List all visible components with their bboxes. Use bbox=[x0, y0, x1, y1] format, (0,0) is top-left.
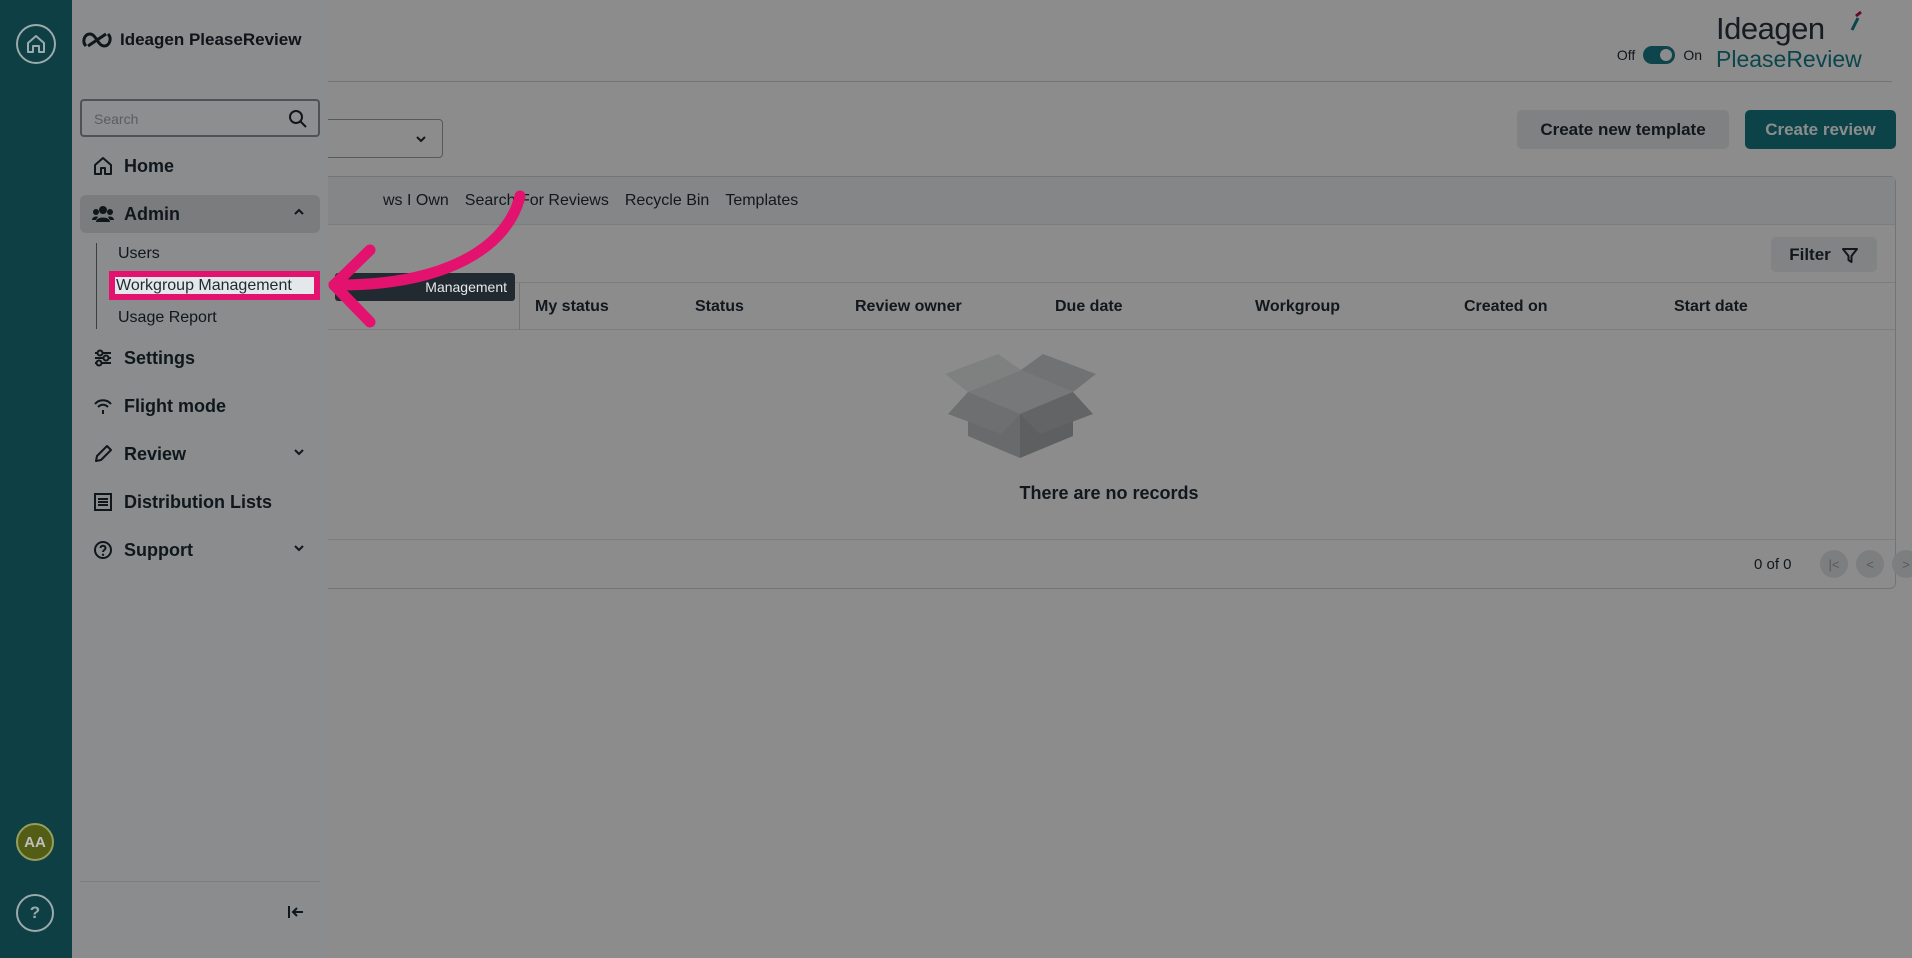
rail-overlay bbox=[0, 0, 72, 958]
wifi-icon bbox=[92, 395, 114, 417]
chevron-up-icon bbox=[294, 208, 304, 215]
drawer-header: Ideagen PleaseReview bbox=[82, 30, 301, 50]
search-input[interactable]: Search bbox=[94, 111, 138, 127]
pencil-icon bbox=[92, 443, 114, 465]
nav-label-home: Home bbox=[124, 155, 175, 176]
home-icon bbox=[92, 155, 114, 177]
nav-item-home[interactable]: Home bbox=[80, 147, 320, 185]
nav-label-flight-mode: Flight mode bbox=[124, 395, 226, 416]
sub-item-workgroup-management[interactable]: Workgroup Management bbox=[116, 277, 292, 295]
nav-item-flight-mode[interactable]: Flight mode bbox=[80, 387, 320, 425]
submenu-line bbox=[96, 243, 97, 329]
nav-item-admin[interactable]: Admin bbox=[80, 195, 320, 233]
nav-drawer: Ideagen PleaseReview Search Home Admin U… bbox=[72, 0, 328, 958]
nav-search[interactable]: Search bbox=[80, 99, 320, 137]
question-icon bbox=[92, 539, 114, 561]
collapse-sidebar-icon[interactable] bbox=[286, 902, 306, 922]
annotation-arrow-icon bbox=[328, 190, 526, 328]
nav-item-review[interactable]: Review bbox=[80, 435, 320, 473]
chevron-down-icon bbox=[294, 449, 304, 456]
modal-overlay[interactable] bbox=[72, 0, 1912, 958]
search-icon[interactable] bbox=[288, 109, 308, 129]
nav-label-review: Review bbox=[124, 443, 187, 464]
sliders-icon bbox=[92, 347, 114, 369]
sub-item-usage-report[interactable]: Usage Report bbox=[118, 309, 217, 327]
drawer-title: Ideagen PleaseReview bbox=[120, 30, 302, 49]
nav-label-settings: Settings bbox=[124, 347, 196, 368]
list-icon bbox=[92, 491, 114, 513]
nav-label-admin: Admin bbox=[124, 203, 180, 224]
nav-label-distribution-lists: Distribution Lists bbox=[124, 491, 272, 512]
nav-item-support[interactable]: Support bbox=[80, 531, 320, 569]
nav-item-distribution-lists[interactable]: Distribution Lists bbox=[80, 483, 320, 521]
nav-item-settings[interactable]: Settings bbox=[80, 339, 320, 377]
users-group-icon bbox=[92, 203, 114, 225]
sub-item-users[interactable]: Users bbox=[118, 245, 160, 263]
logo-icon bbox=[82, 32, 112, 48]
drawer-divider bbox=[80, 881, 320, 882]
chevron-down-icon bbox=[294, 545, 304, 552]
nav-label-support: Support bbox=[124, 539, 193, 560]
